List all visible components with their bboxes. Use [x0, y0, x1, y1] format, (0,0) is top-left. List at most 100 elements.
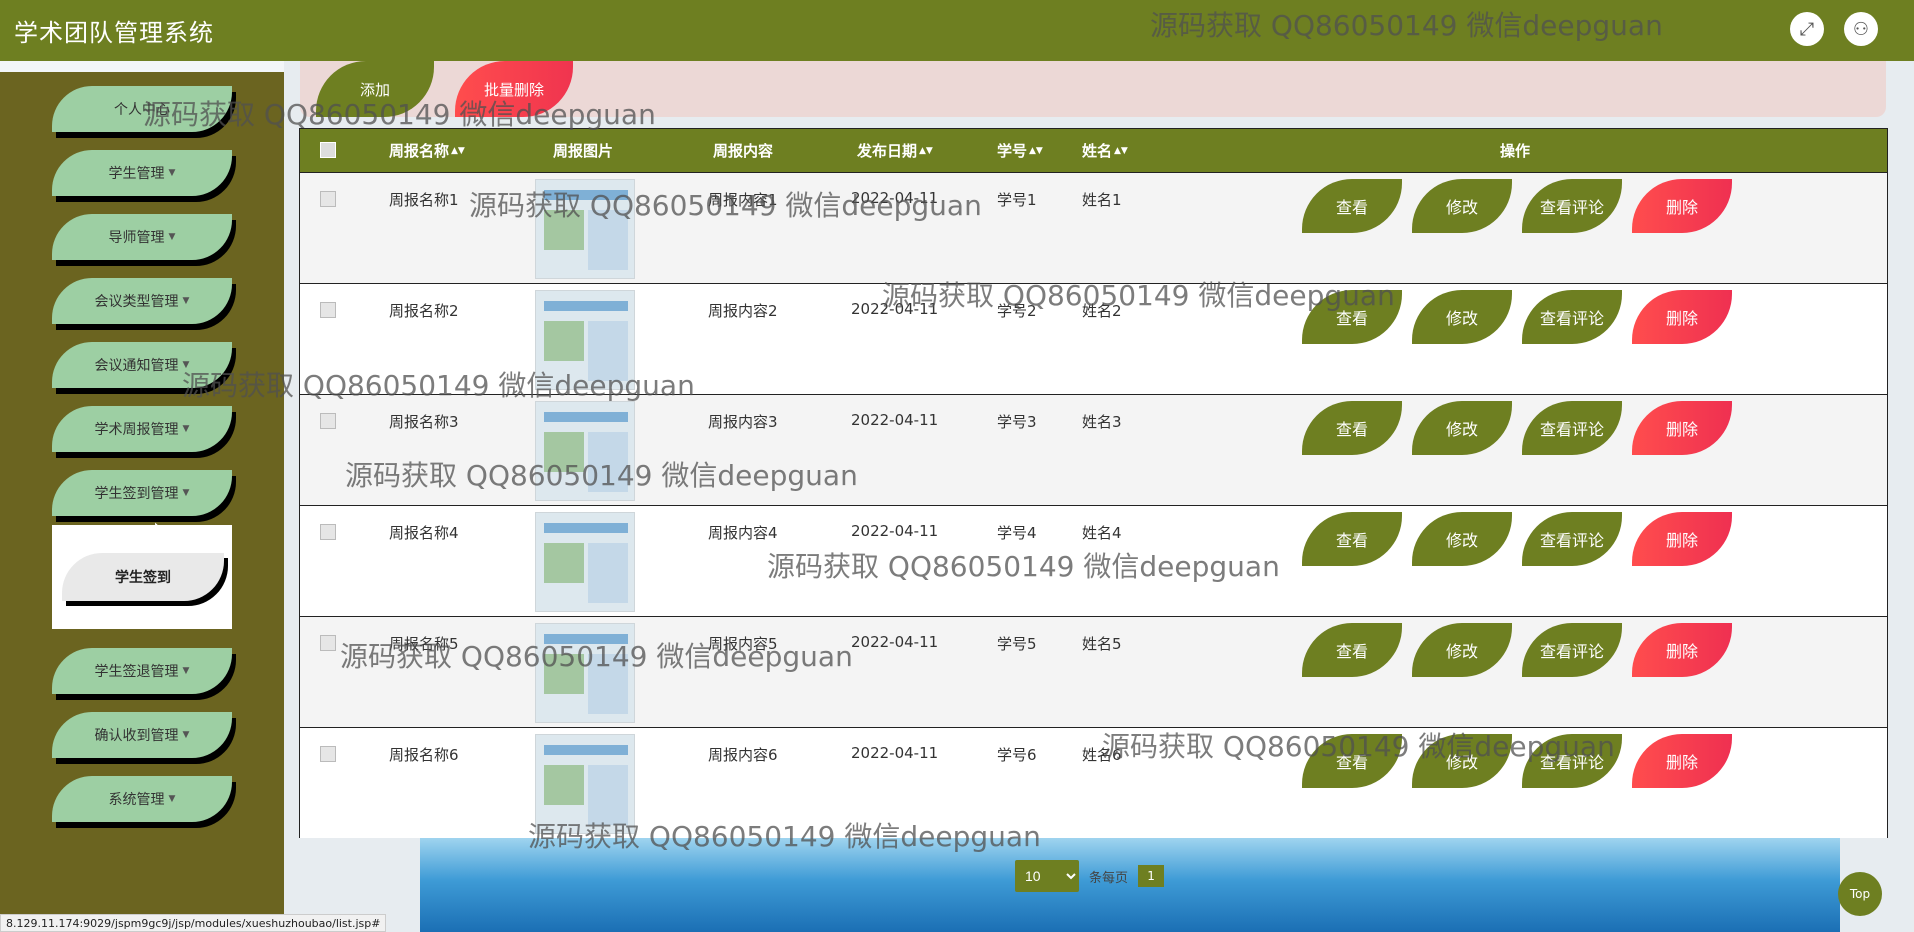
row-checkbox[interactable]: [320, 191, 336, 207]
edit-button[interactable]: 修改: [1412, 512, 1512, 566]
cell-content: 周报内容2: [708, 302, 778, 320]
sort-icon: ▲▼: [1029, 145, 1043, 156]
edit-button[interactable]: 修改: [1412, 734, 1512, 788]
cell-date: 2022-04-11: [851, 411, 939, 429]
sidebar-item-label: 确认收到管理: [94, 728, 179, 744]
cell-student-name: 姓名5: [1082, 635, 1122, 653]
header-name[interactable]: 周报名称 ▲▼: [389, 129, 465, 172]
header-label: 姓名: [1082, 142, 1113, 160]
sidebar-item-label: 学生签到管理: [94, 486, 179, 502]
edit-button[interactable]: 修改: [1412, 623, 1512, 677]
cell-name: 周报名称6: [389, 746, 459, 764]
view-comments-button[interactable]: 查看评论: [1522, 512, 1622, 566]
view-button[interactable]: 查看: [1302, 512, 1402, 566]
sidebar-item-label: 个人中心: [114, 102, 170, 118]
edit-button[interactable]: 修改: [1412, 179, 1512, 233]
row-checkbox[interactable]: [320, 524, 336, 540]
cell-student-id: 学号1: [997, 191, 1037, 209]
header-date[interactable]: 发布日期 ▲▼: [857, 129, 933, 172]
row-checkbox[interactable]: [320, 413, 336, 429]
header-label: 周报内容: [713, 142, 774, 160]
top-bar: 学术团队管理系统 ⤢ ⚇: [0, 0, 1914, 61]
header-content: 周报内容: [713, 129, 773, 172]
row-checkbox[interactable]: [320, 302, 336, 318]
table-row: 周报名称1 周报内容1 2022-04-11 学号1 姓名1 查看 修改 查看评论 删除: [300, 172, 1887, 283]
header-student-id[interactable]: 学号 ▲▼: [997, 129, 1043, 172]
header-student-name[interactable]: 姓名 ▲▼: [1082, 129, 1128, 172]
view-button[interactable]: 查看: [1302, 734, 1402, 788]
view-comments-button[interactable]: 查看评论: [1522, 179, 1622, 233]
delete-button[interactable]: 删除: [1632, 179, 1732, 233]
sidebar-item-label: 系统管理: [108, 792, 165, 808]
cell-name: 周报名称4: [389, 524, 459, 542]
user-icon[interactable]: ⚇: [1844, 12, 1878, 46]
view-button[interactable]: 查看: [1302, 623, 1402, 677]
report-image[interactable]: [535, 179, 635, 279]
delete-button[interactable]: 删除: [1632, 290, 1732, 344]
sidebar-item-confirm-receipt[interactable]: 确认收到管理 ▼: [52, 712, 232, 758]
table-row: 周报名称2 周报内容2 2022-04-11 学号2 姓名2 查看 修改 查看评论 删除: [300, 283, 1887, 394]
view-button[interactable]: 查看: [1302, 179, 1402, 233]
view-comments-button[interactable]: 查看评论: [1522, 623, 1622, 677]
cell-date: 2022-04-11: [851, 522, 939, 540]
sidebar-item-label: 学生签退管理: [94, 664, 179, 680]
cell-student-id: 学号3: [997, 413, 1037, 431]
edit-button[interactable]: 修改: [1412, 401, 1512, 455]
header-ops: 操作: [1500, 129, 1530, 172]
header-label: 学号: [997, 142, 1028, 160]
sidebar-item-weekly-reports[interactable]: 学术周报管理 ▼: [52, 406, 232, 452]
report-image[interactable]: [535, 290, 635, 390]
delete-button[interactable]: 删除: [1632, 512, 1732, 566]
sidebar-item-checkout[interactable]: 学生签退管理 ▼: [52, 648, 232, 694]
sidebar-item-students[interactable]: 学生管理 ▼: [52, 150, 232, 196]
delete-button[interactable]: 删除: [1632, 623, 1732, 677]
table-row: 周报名称4 周报内容4 2022-04-11 学号4 姓名4 查看 修改 查看评论 删除: [300, 505, 1887, 616]
sort-icon: ▲▼: [919, 145, 933, 156]
row-checkbox[interactable]: [320, 635, 336, 651]
sidebar-item-personal-center[interactable]: 个人中心: [52, 86, 232, 132]
edit-button[interactable]: 修改: [1412, 290, 1512, 344]
submenu-item-checkin[interactable]: 学生签到: [62, 553, 224, 601]
view-comments-button[interactable]: 查看评论: [1522, 401, 1622, 455]
cell-date: 2022-04-11: [851, 300, 939, 318]
delete-button[interactable]: 删除: [1632, 401, 1732, 455]
back-to-top-button[interactable]: Top: [1838, 872, 1882, 916]
view-button[interactable]: 查看: [1302, 401, 1402, 455]
sidebar-item-meeting-notices[interactable]: 会议通知管理 ▼: [52, 342, 232, 388]
page-number[interactable]: 1: [1138, 865, 1165, 887]
sidebar-item-mentors[interactable]: 导师管理 ▼: [52, 214, 232, 260]
sidebar-item-system[interactable]: 系统管理 ▼: [52, 776, 232, 822]
top-actions: ⤢ ⚇: [1790, 12, 1878, 46]
sidebar-item-checkin[interactable]: 学生签到管理 ▼: [52, 470, 232, 516]
sidebar-item-meeting-types[interactable]: 会议类型管理 ▼: [52, 278, 232, 324]
chevron-down-icon: ▼: [182, 488, 190, 498]
chevron-down-icon: ▼: [168, 168, 176, 178]
delete-button[interactable]: 删除: [1632, 734, 1732, 788]
view-comments-button[interactable]: 查看评论: [1522, 290, 1622, 344]
cell-content: 周报内容1: [708, 191, 778, 209]
report-image[interactable]: [535, 734, 635, 834]
view-comments-button[interactable]: 查看评论: [1522, 734, 1622, 788]
status-url: 8.129.11.174:9029/jspm9gc9j/jsp/modules/…: [0, 914, 387, 932]
chevron-down-icon: ▼: [168, 232, 176, 242]
sidebar-item-label: 导师管理: [108, 230, 165, 246]
expand-icon[interactable]: ⤢: [1790, 12, 1824, 46]
report-image[interactable]: [535, 512, 635, 612]
cell-student-id: 学号5: [997, 635, 1037, 653]
add-button[interactable]: 添加: [316, 61, 434, 117]
cell-date: 2022-04-11: [851, 189, 939, 207]
row-checkbox[interactable]: [320, 746, 336, 762]
page-size-select[interactable]: 10: [1015, 860, 1079, 892]
chevron-down-icon: ▼: [182, 296, 190, 306]
cell-student-name: 姓名2: [1082, 302, 1122, 320]
select-all-checkbox[interactable]: [320, 142, 336, 158]
cell-date: 2022-04-11: [851, 744, 939, 762]
view-button[interactable]: 查看: [1302, 290, 1402, 344]
cell-content: 周报内容5: [708, 635, 778, 653]
header-label: 操作: [1500, 142, 1531, 160]
header-image: 周报图片: [553, 129, 613, 172]
report-image[interactable]: [535, 623, 635, 723]
report-image[interactable]: [535, 401, 635, 501]
batch-delete-button[interactable]: 批量删除: [455, 61, 573, 117]
sidebar-item-label: 学生管理: [108, 166, 165, 182]
